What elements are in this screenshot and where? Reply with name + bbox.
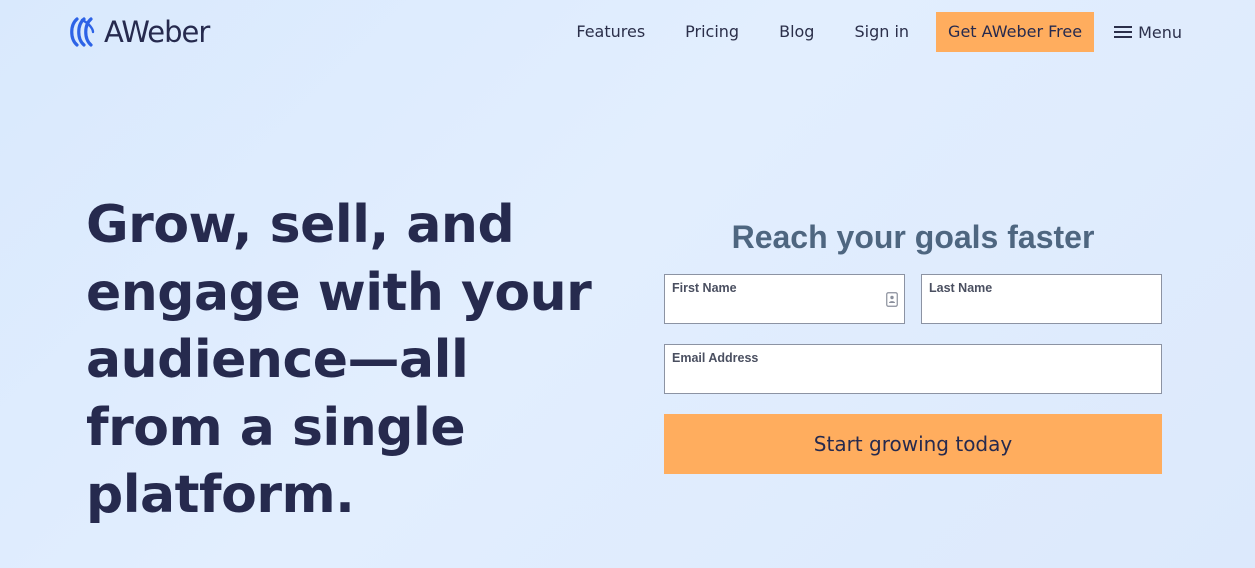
headline-line: engage with your (86, 262, 592, 323)
start-growing-button[interactable]: Start growing today (664, 414, 1162, 474)
hamburger-icon (1114, 26, 1133, 38)
last-name-input[interactable] (929, 303, 1138, 319)
headline-line: from a single (86, 397, 466, 458)
get-aweber-free-button[interactable]: Get AWeber Free (936, 12, 1095, 52)
menu-button[interactable]: Menu (1114, 23, 1182, 42)
logo-wordmark: AWeber (104, 15, 210, 49)
last-name-label: Last Name (929, 281, 993, 295)
signup-form: Reach your goals faster First Name Last … (664, 214, 1162, 474)
contact-autofill-icon[interactable] (886, 292, 898, 307)
form-title: Reach your goals faster (731, 219, 1095, 255)
last-name-field[interactable]: Last Name (921, 274, 1162, 324)
aweber-logo[interactable]: AWeber (68, 13, 210, 51)
email-label: Email Address (672, 351, 759, 365)
first-name-input[interactable] (672, 303, 881, 319)
first-name-label: First Name (672, 281, 737, 295)
headline-line: Grow, sell, and (86, 195, 515, 255)
nav-sign-in-link[interactable]: Sign in (854, 12, 909, 52)
hero-headline: Grow, sell, and engage with your audienc… (86, 192, 626, 530)
nav-features-link[interactable]: Features (576, 12, 645, 52)
first-name-field[interactable]: First Name (664, 274, 905, 324)
headline-line: audience—all (86, 330, 469, 390)
aweber-logo-icon (70, 17, 95, 47)
email-field[interactable]: Email Address (664, 344, 1162, 394)
nav-blog-link[interactable]: Blog (779, 12, 814, 52)
nav-pricing-link[interactable]: Pricing (685, 12, 739, 52)
email-input[interactable] (672, 373, 1138, 389)
main-nav: Features Pricing Blog Sign in Get AWeber… (576, 12, 1182, 52)
menu-label: Menu (1138, 22, 1182, 42)
site-header: AWeber Features Pricing Blog Sign in Get… (0, 0, 1255, 64)
headline-line: platform. (86, 465, 355, 525)
